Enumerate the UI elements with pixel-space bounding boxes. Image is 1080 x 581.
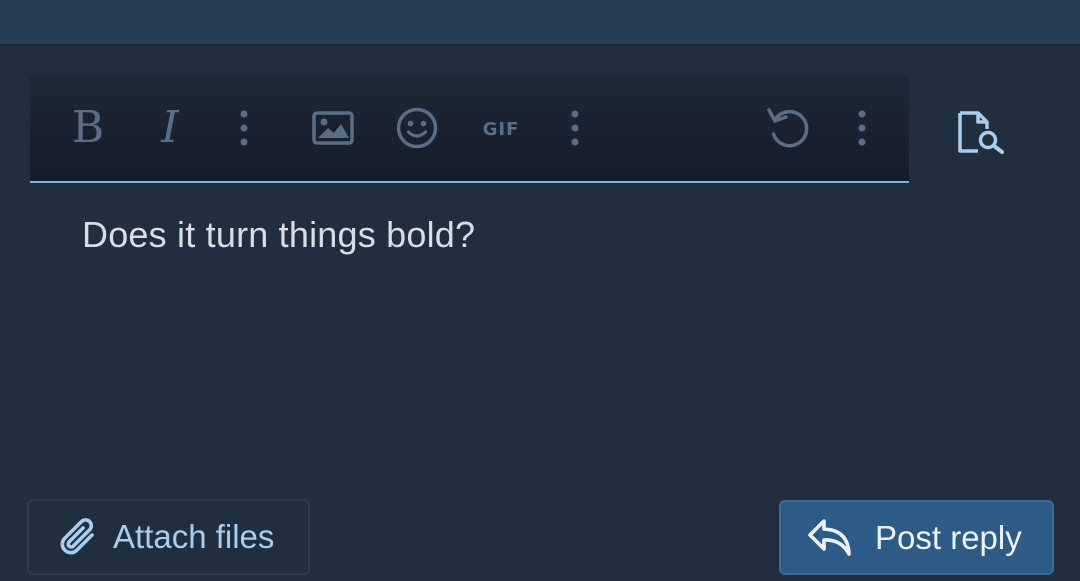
more-editor-options-button[interactable]	[832, 75, 892, 181]
post-reply-button[interactable]: Post reply	[779, 500, 1054, 575]
header-strip	[0, 0, 1080, 46]
gif-icon: GIF	[483, 119, 520, 138]
more-options-icon	[571, 110, 579, 146]
attach-files-button[interactable]: Attach files	[27, 499, 310, 575]
more-insert-options-button[interactable]	[545, 75, 605, 181]
bold-button[interactable]: B	[58, 75, 118, 181]
bold-icon: B	[71, 102, 105, 153]
more-options-icon	[858, 110, 866, 146]
image-icon	[312, 111, 354, 145]
gif-label: GIF	[483, 119, 520, 138]
preview-button[interactable]	[947, 100, 1015, 164]
insert-emoji-button[interactable]	[387, 75, 447, 181]
italic-button[interactable]: I	[140, 75, 200, 181]
post-reply-label: Post reply	[875, 518, 1022, 556]
message-text[interactable]: Does it turn things bold?	[82, 214, 475, 256]
editor-toolbar: B I GIF	[30, 75, 909, 183]
more-text-options-button[interactable]	[214, 75, 274, 181]
preview-icon	[958, 111, 1004, 154]
more-options-icon	[240, 110, 248, 146]
attach-files-label: Attach files	[113, 518, 275, 555]
insert-image-button[interactable]	[303, 75, 363, 181]
italic-icon: I	[161, 102, 179, 153]
undo-icon	[767, 108, 809, 148]
undo-button[interactable]	[758, 75, 818, 181]
insert-gif-button[interactable]: GIF	[471, 75, 531, 181]
emoji-icon	[396, 107, 438, 149]
reply-icon	[808, 518, 851, 556]
paperclip-icon	[60, 518, 94, 555]
